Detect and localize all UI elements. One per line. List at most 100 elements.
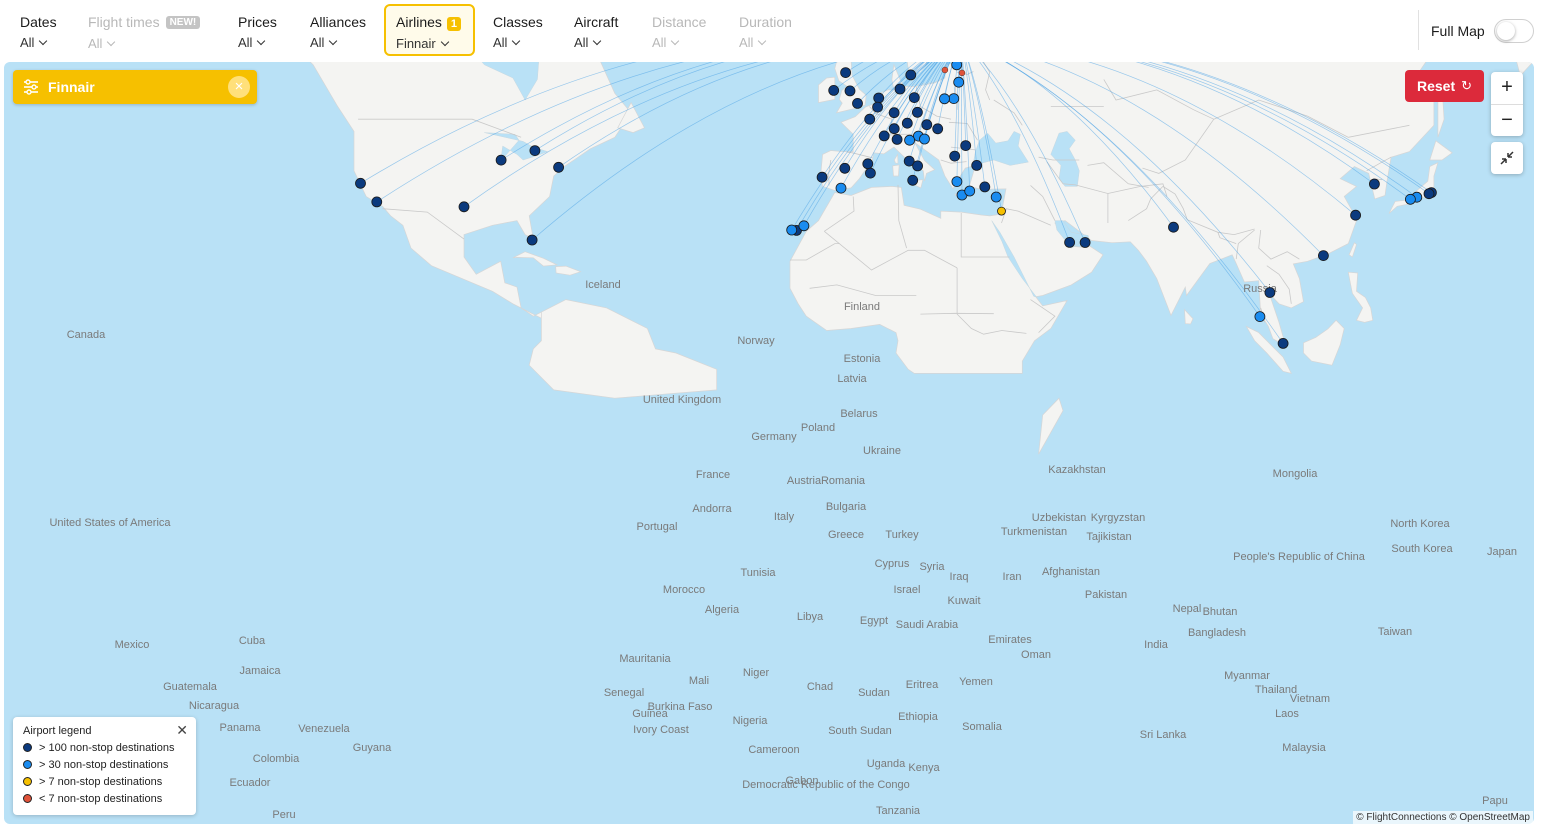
country-label: Jamaica (240, 665, 282, 677)
legend-item: > 7 non-stop destinations (23, 774, 186, 791)
filter-value-text: All (574, 35, 589, 50)
hispaniola-landmass (555, 265, 582, 276)
country-label: Niger (743, 667, 770, 679)
filter-aircraft[interactable]: Aircraft All (562, 4, 630, 56)
filter-airlines[interactable]: Airlines 1 Finnair (384, 4, 475, 56)
airport-marker (1079, 237, 1091, 248)
country-label: Morocco (663, 584, 705, 596)
filter-value: All (652, 35, 706, 50)
airport-marker (1264, 287, 1276, 298)
filter-label-text: Prices (238, 14, 277, 30)
airport-marker (894, 83, 906, 95)
map-canvas[interactable]: Iceland Canada United States of America Mex… (4, 62, 1534, 824)
zoom-control: + − (1491, 72, 1523, 136)
country-label: Burkina Faso (648, 701, 713, 713)
airport-marker (786, 224, 798, 236)
country-label: Tunisia (740, 567, 776, 579)
airport-marker (840, 67, 851, 79)
filter-value: All (574, 35, 618, 50)
airport-marker (873, 92, 885, 104)
minus-icon: − (1501, 109, 1513, 131)
taiwan-landmass (1348, 242, 1357, 258)
chevron-down-icon (512, 36, 521, 46)
filter-classes[interactable]: Classes All (481, 4, 555, 56)
country-label: Latvia (837, 373, 867, 385)
reset-button[interactable]: Reset ↻ (1405, 70, 1484, 102)
active-filter-chip[interactable]: Finnair × (13, 70, 257, 104)
route-map[interactable]: Iceland Canada United States of America Mex… (4, 62, 1534, 824)
country-label: Algeria (705, 604, 740, 616)
country-label: Libya (797, 611, 824, 623)
legend-title: Airport legend (23, 725, 92, 737)
country-label: Bhutan (1203, 606, 1238, 618)
filter-prices[interactable]: Prices All (226, 4, 289, 56)
count-badge: 1 (446, 17, 462, 31)
country-label: Afghanistan (1042, 566, 1100, 578)
filter-alliances[interactable]: Alliances All (298, 4, 378, 56)
country-label: Egypt (860, 615, 888, 627)
airport-marker (529, 145, 541, 156)
airport-marker (997, 206, 1006, 216)
collapse-icon (1500, 151, 1514, 165)
airport-marker (901, 117, 913, 129)
filter-dates[interactable]: Dates All (8, 4, 69, 56)
reset-icon: ↻ (1461, 78, 1472, 93)
country-label: Italy (774, 511, 795, 523)
eurasia-landmass (789, 62, 1534, 374)
airport-marker (951, 62, 963, 71)
airport-marker (816, 171, 828, 183)
filter-label-text: Classes (493, 14, 543, 30)
filter-label: Aircraft (574, 14, 618, 30)
country-label: Pakistan (1085, 589, 1127, 601)
country-label: Israel (894, 584, 921, 596)
country-label: Kazakhstan (1048, 464, 1105, 476)
country-label: Poland (801, 422, 835, 434)
filter-label-text: Dates (20, 14, 57, 30)
filter-value: All (739, 35, 792, 50)
filter-label: Classes (493, 14, 543, 30)
filter-value-text: All (493, 35, 508, 50)
new-badge: NEW! (165, 16, 201, 29)
country-label: Mali (689, 675, 709, 687)
toggle-knob[interactable] (1497, 22, 1515, 40)
filter-value-text: All (88, 36, 103, 51)
close-icon[interactable]: ✕ (176, 722, 188, 739)
country-label: United States of America (49, 517, 171, 529)
country-label: Uzbekistan (1032, 512, 1086, 524)
filter-label-text: Flight times (88, 14, 160, 30)
airport-legend: Airport legend ✕ > 100 non-stop destinat… (13, 717, 196, 815)
full-map-toggle[interactable] (1494, 19, 1534, 43)
airport-marker (1277, 337, 1289, 349)
country-label: Cameroon (748, 744, 799, 756)
country-label: Iceland (585, 279, 620, 291)
legend-items: > 100 non-stop destinations > 30 non-stop… (23, 740, 186, 808)
legend-item: > 30 non-stop destinations (23, 757, 186, 774)
chevron-down-icon (107, 37, 116, 47)
airport-marker (912, 106, 923, 118)
country-label: Kuwait (947, 595, 980, 607)
country-label: Japan (1487, 546, 1517, 558)
close-icon[interactable]: × (228, 76, 250, 98)
zoom-out-button[interactable]: − (1491, 105, 1523, 137)
airport-marker (526, 234, 538, 246)
divider (1418, 10, 1419, 50)
country-label: Ukraine (863, 445, 901, 457)
filter-label: Distance (652, 14, 706, 30)
legend-dot (23, 743, 32, 752)
country-label: South Korea (1391, 543, 1453, 555)
country-label: Vietnam (1290, 693, 1330, 705)
south-america-landmass (528, 299, 718, 399)
zoom-in-button[interactable]: + (1491, 72, 1523, 104)
airport-marker (1423, 188, 1435, 200)
country-label: Yemen (959, 676, 993, 688)
country-label: Kyrgyzstan (1091, 512, 1145, 524)
country-label: Papu (1482, 795, 1508, 807)
country-label: Sri Lanka (1140, 729, 1187, 741)
collapse-map-button[interactable] (1491, 142, 1523, 174)
airport-marker (865, 167, 876, 179)
country-label: Colombia (253, 753, 300, 765)
airport-marker (862, 158, 874, 170)
chevron-down-icon (758, 36, 767, 46)
cuba-landmass (512, 251, 559, 267)
country-label: Austria (787, 475, 822, 487)
